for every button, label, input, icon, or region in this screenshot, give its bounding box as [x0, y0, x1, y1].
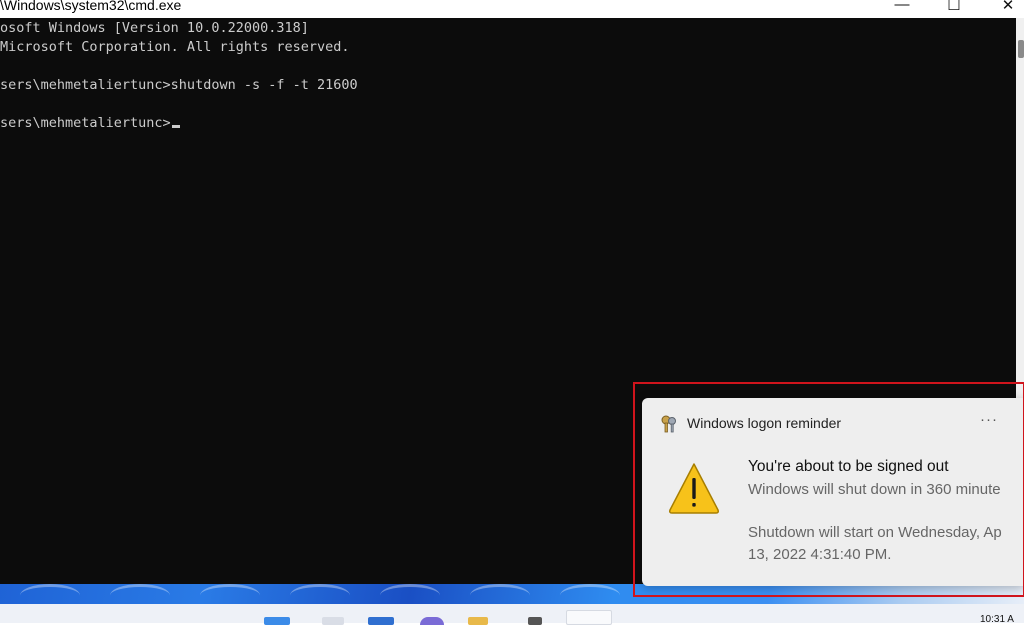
- console-line: sers\mehmetaliertunc>shutdown -s -f -t 2…: [0, 77, 358, 93]
- minimize-button[interactable]: —: [882, 0, 922, 16]
- maximize-button[interactable]: ☐: [934, 0, 974, 16]
- search-icon[interactable]: [322, 617, 344, 625]
- window-title: \Windows\system32\cmd.exe: [0, 0, 182, 13]
- title-bar: \Windows\system32\cmd.exe — ☐ ✕: [0, 0, 1024, 18]
- console-prompt: sers\mehmetaliertunc>: [0, 115, 171, 131]
- console-prompt-line: sers\mehmetaliertunc>: [0, 115, 180, 131]
- clock[interactable]: 10:31 A: [980, 614, 1014, 625]
- store-icon[interactable]: [528, 617, 542, 625]
- console-line: Microsoft Corporation. All rights reserv…: [0, 39, 350, 55]
- taskbar: 10:31 A: [0, 604, 1024, 625]
- text-cursor: [171, 125, 180, 128]
- console-line: osoft Windows [Version 10.0.22000.318]: [0, 20, 309, 36]
- file-explorer-icon[interactable]: [468, 617, 488, 625]
- task-view-icon[interactable]: [368, 617, 394, 625]
- close-button[interactable]: ✕: [988, 0, 1024, 16]
- scrollbar-thumb[interactable]: [1018, 40, 1024, 58]
- chat-icon[interactable]: [420, 617, 444, 625]
- highlight-box: [633, 382, 1024, 597]
- start-icon[interactable]: [264, 617, 290, 625]
